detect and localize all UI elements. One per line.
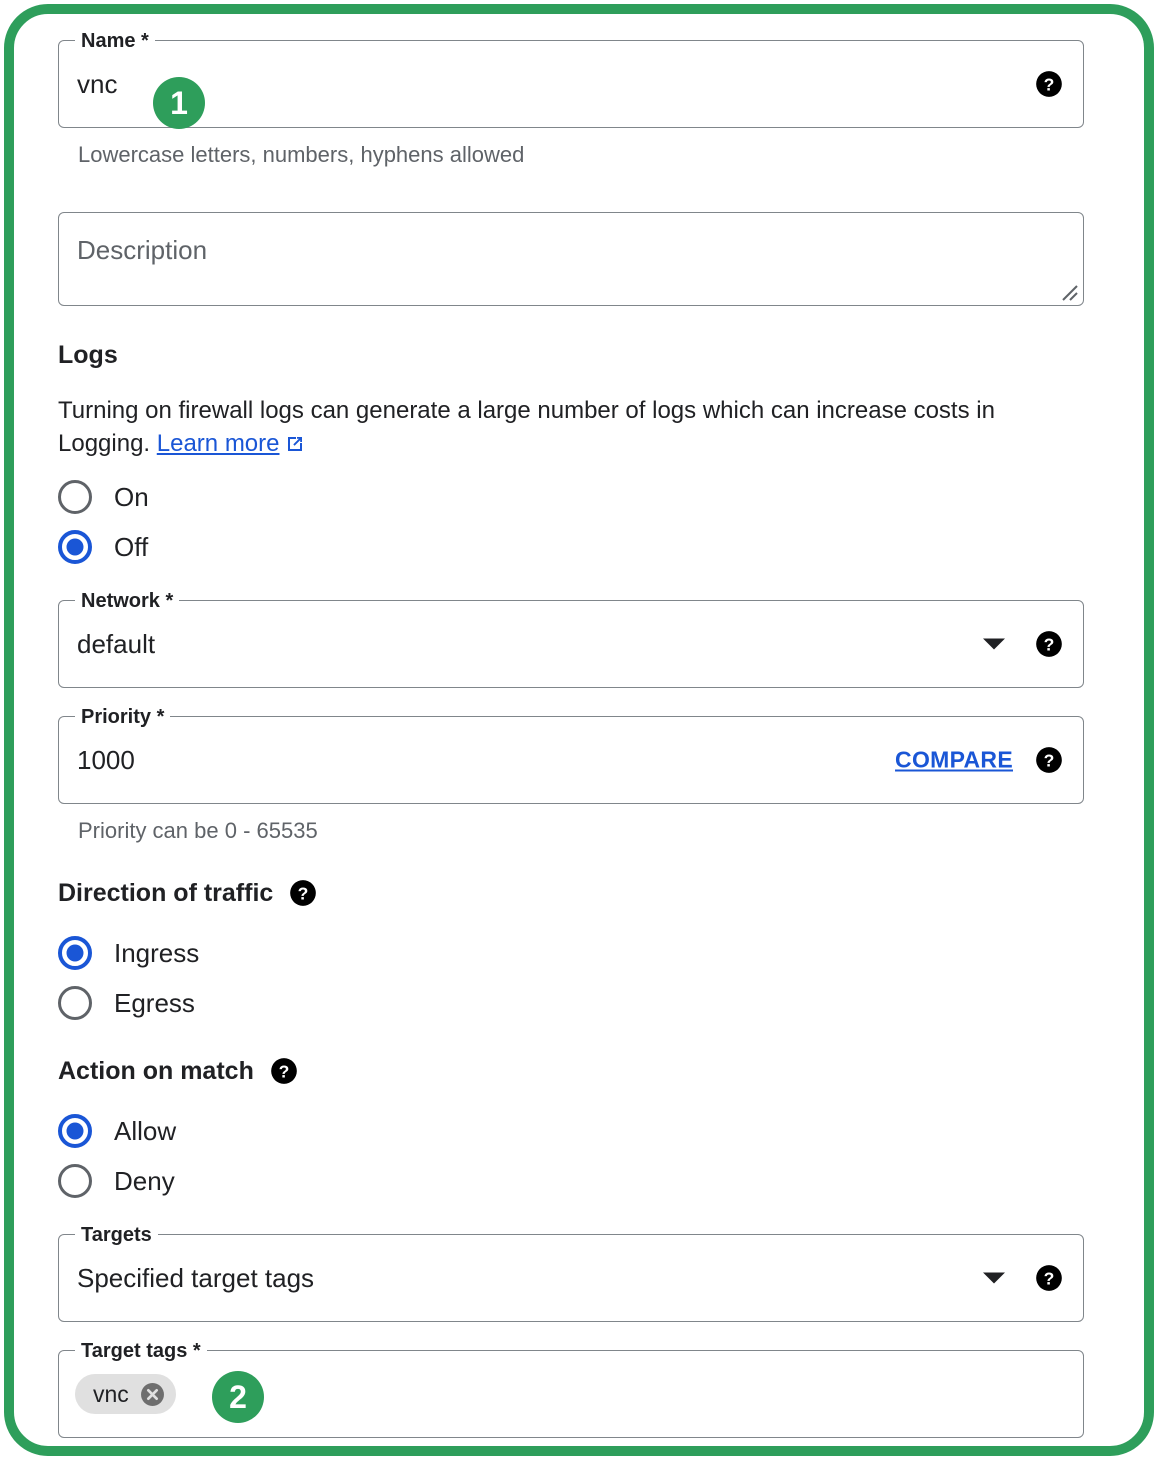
direction-option-egress-label: Egress: [114, 988, 195, 1018]
chip-remove-icon[interactable]: [140, 1382, 165, 1407]
svg-text:?: ?: [1044, 634, 1055, 654]
action-option-deny-label: Deny: [114, 1166, 175, 1196]
annotation-frame: Name * vnc ? Lowercase letters, numbers,…: [4, 4, 1154, 1456]
logs-description: Turning on firewall logs can generate a …: [58, 394, 1058, 460]
radio-direction-ingress[interactable]: [58, 936, 92, 970]
action-heading-label: Action on match: [58, 1057, 254, 1085]
priority-field-hint: Priority can be 0 - 65535: [78, 818, 318, 843]
help-icon[interactable]: ?: [289, 879, 317, 907]
svg-text:?: ?: [298, 883, 309, 903]
network-select-value: default: [77, 629, 156, 659]
name-field[interactable]: Name * vnc ?: [58, 29, 1084, 128]
logs-option-on[interactable]: On: [58, 472, 1100, 522]
name-field-value: vnc: [77, 69, 118, 99]
description-placeholder: Description: [77, 235, 208, 265]
compare-button[interactable]: COMPARE: [895, 747, 1013, 774]
external-link-icon[interactable]: [285, 430, 305, 451]
action-option-allow-label: Allow: [114, 1116, 177, 1146]
direction-option-ingress[interactable]: Ingress: [58, 928, 1100, 978]
targets-select-value: Specified target tags: [77, 1263, 315, 1293]
logs-option-off-label: Off: [114, 532, 149, 562]
svg-text:?: ?: [1044, 1268, 1055, 1288]
logs-heading-label: Logs: [58, 341, 118, 369]
target-tag-chip-label: vnc: [93, 1381, 129, 1407]
targets-select-label: Targets: [75, 1223, 158, 1247]
help-icon[interactable]: ?: [1035, 70, 1063, 98]
help-icon[interactable]: ?: [270, 1057, 298, 1085]
help-icon[interactable]: ?: [1035, 746, 1063, 774]
direction-option-egress[interactable]: Egress: [58, 978, 1100, 1028]
direction-heading: Direction of traffic ?: [58, 878, 1100, 908]
logs-option-off[interactable]: Off: [58, 522, 1100, 572]
priority-field-value: 1000: [77, 745, 135, 775]
direction-option-ingress-label: Ingress: [114, 938, 200, 968]
learn-more-link[interactable]: Learn more: [157, 430, 280, 457]
radio-logs-off[interactable]: [58, 530, 92, 564]
network-select-label: Network *: [75, 589, 180, 613]
targets-select[interactable]: Targets Specified target tags ?: [58, 1223, 1084, 1322]
priority-field-label: Priority *: [75, 705, 171, 729]
direction-heading-label: Direction of traffic: [58, 879, 274, 907]
chevron-down-icon[interactable]: [983, 1272, 1005, 1284]
radio-logs-on[interactable]: [58, 480, 92, 514]
annotation-badge-2: 2: [212, 1371, 264, 1423]
priority-field[interactable]: Priority * 1000 COMPARE ?: [58, 705, 1084, 804]
svg-text:?: ?: [1044, 750, 1055, 770]
svg-text:?: ?: [1044, 74, 1055, 94]
radio-action-deny[interactable]: [58, 1164, 92, 1198]
description-field[interactable]: Description: [58, 212, 1084, 306]
firewall-rule-form: Name * vnc ? Lowercase letters, numbers,…: [14, 14, 1144, 1446]
logs-heading: Logs: [58, 340, 1100, 370]
annotation-badge-1: 1: [153, 77, 205, 129]
chevron-down-icon[interactable]: [983, 638, 1005, 650]
action-option-deny[interactable]: Deny: [58, 1156, 1100, 1206]
action-heading: Action on match ?: [58, 1056, 1100, 1086]
target-tags-field-label: Target tags *: [75, 1339, 207, 1363]
target-tag-chip[interactable]: vnc: [75, 1374, 176, 1414]
resize-grip-icon[interactable]: [1056, 279, 1078, 301]
name-field-hint: Lowercase letters, numbers, hyphens allo…: [78, 142, 525, 167]
logs-option-on-label: On: [114, 482, 149, 512]
help-icon[interactable]: ?: [1035, 630, 1063, 658]
action-option-allow[interactable]: Allow: [58, 1106, 1100, 1156]
name-field-label: Name *: [75, 29, 155, 53]
radio-action-allow[interactable]: [58, 1114, 92, 1148]
help-icon[interactable]: ?: [1035, 1264, 1063, 1292]
svg-text:?: ?: [278, 1061, 289, 1081]
radio-direction-egress[interactable]: [58, 986, 92, 1020]
network-select[interactable]: Network * default ?: [58, 589, 1084, 688]
